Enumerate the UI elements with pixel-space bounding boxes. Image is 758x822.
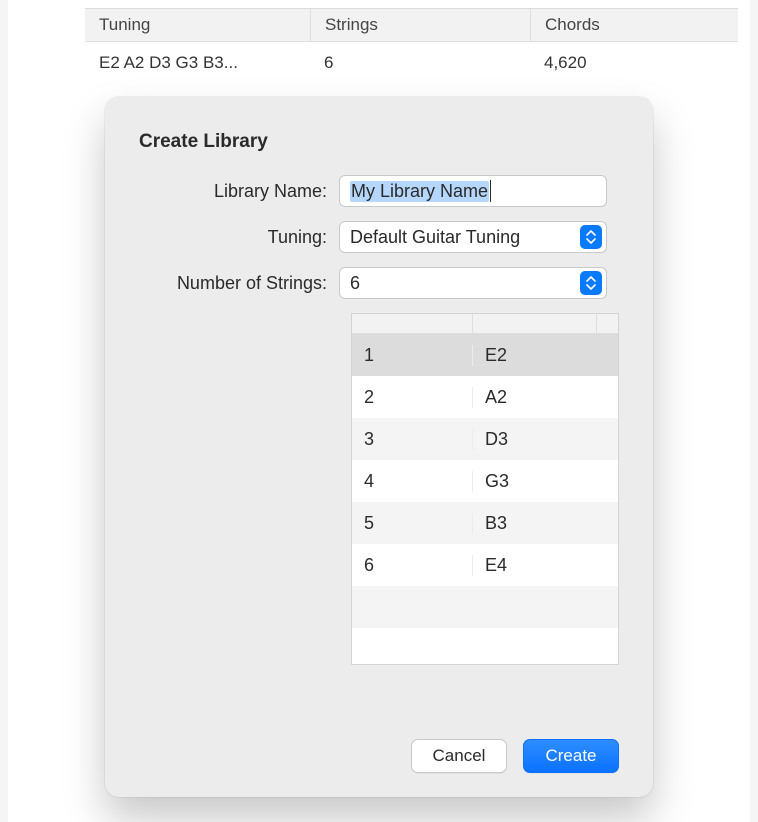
library-name-label: Library Name:	[139, 181, 339, 202]
strings-cell-note: G3	[472, 471, 596, 492]
dialog-footer: Cancel Create	[411, 739, 619, 773]
strings-col-note	[472, 314, 596, 333]
column-header-chords[interactable]: Chords	[530, 9, 738, 41]
num-strings-select-value: 6	[350, 273, 360, 294]
strings-cell-note: D3	[472, 429, 596, 450]
num-strings-label: Number of Strings:	[139, 273, 339, 294]
strings-table-row[interactable]: 2A2	[352, 376, 618, 418]
strings-cell-index: 2	[352, 387, 472, 408]
strings-table-row[interactable]: 3D3	[352, 418, 618, 460]
library-name-input[interactable]: My Library Name	[339, 175, 607, 207]
dialog-title: Create Library	[139, 131, 619, 153]
strings-cell-note: E4	[472, 555, 596, 576]
strings-cell-index: 4	[352, 471, 472, 492]
create-library-dialog: Create Library Library Name: My Library …	[105, 97, 653, 797]
strings-cell-note: B3	[472, 513, 596, 534]
column-header-strings[interactable]: Strings	[310, 9, 530, 41]
strings-cell-index: 6	[352, 555, 472, 576]
cancel-button[interactable]: Cancel	[411, 739, 507, 773]
strings-table-row[interactable]	[352, 586, 618, 628]
strings-table-row[interactable]	[352, 628, 618, 665]
library-table: Tuning Strings Chords E2 A2 D3 G3 B3... …	[85, 8, 738, 84]
strings-table-header	[352, 314, 618, 334]
strings-col-spacer	[596, 314, 618, 333]
tuning-label: Tuning:	[139, 227, 339, 248]
strings-cell-index: 5	[352, 513, 472, 534]
cell-tuning: E2 A2 D3 G3 B3...	[85, 53, 310, 73]
strings-table-row[interactable]: 6E4	[352, 544, 618, 586]
library-table-header: Tuning Strings Chords	[85, 8, 738, 42]
cell-chords: 4,620	[530, 53, 738, 73]
tuning-select[interactable]: Default Guitar Tuning	[339, 221, 607, 253]
strings-table-row[interactable]: 4G3	[352, 460, 618, 502]
strings-cell-index: 1	[352, 345, 472, 366]
updown-stepper-icon[interactable]	[580, 271, 602, 295]
column-header-tuning[interactable]: Tuning	[85, 9, 310, 41]
strings-table[interactable]: 1E22A23D34G35B36E4	[351, 313, 619, 665]
bg-gutter-left	[0, 0, 8, 822]
create-button[interactable]: Create	[523, 739, 619, 773]
strings-col-index	[352, 314, 472, 333]
strings-table-body: 1E22A23D34G35B36E4	[352, 334, 618, 665]
bg-gutter-right	[750, 0, 758, 822]
strings-cell-index: 3	[352, 429, 472, 450]
strings-cell-note: E2	[472, 345, 596, 366]
library-table-row[interactable]: E2 A2 D3 G3 B3... 6 4,620	[85, 42, 738, 84]
library-name-value: My Library Name	[350, 181, 489, 202]
text-caret-icon	[490, 180, 491, 202]
updown-stepper-icon[interactable]	[580, 225, 602, 249]
strings-table-row[interactable]: 1E2	[352, 334, 618, 376]
num-strings-select[interactable]: 6	[339, 267, 607, 299]
strings-table-row[interactable]: 5B3	[352, 502, 618, 544]
tuning-select-value: Default Guitar Tuning	[350, 227, 520, 248]
cell-strings: 6	[310, 53, 530, 73]
strings-cell-note: A2	[472, 387, 596, 408]
